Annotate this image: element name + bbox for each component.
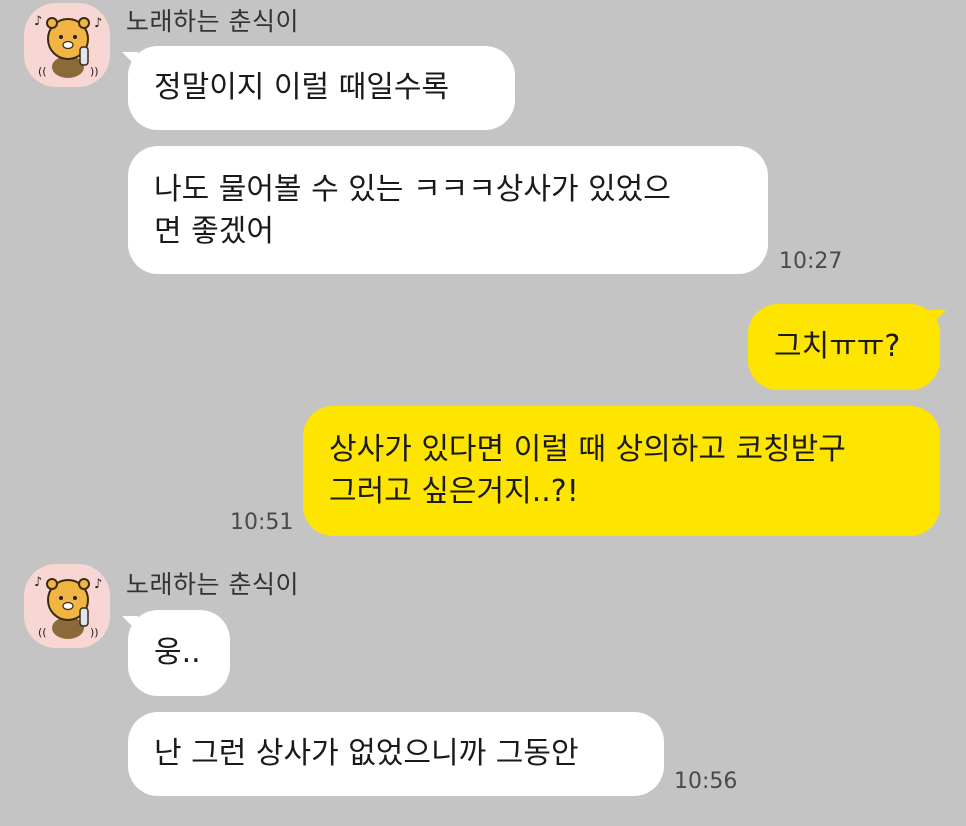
message-text: 난 그런 상사가 없었으니까 그동안 [154, 736, 579, 771]
svg-text:((: (( [38, 626, 47, 639]
svg-text:)): )) [90, 626, 99, 639]
svg-text:((: (( [38, 65, 47, 78]
svg-text:♪: ♪ [94, 577, 102, 592]
message-text: 나도 물어볼 수 있는 ㅋㅋㅋ상사가 있었으 면 좋겠어 [154, 172, 671, 249]
message-timestamp: 10:51 [230, 510, 294, 535]
message-timestamp: 10:27 [779, 249, 843, 274]
message-text: 웅.. [154, 635, 201, 670]
message-bubble-incoming[interactable]: 난 그런 상사가 없었으니까 그동안 [128, 712, 664, 796]
message-bubble-incoming[interactable]: 나도 물어볼 수 있는 ㅋㅋㅋ상사가 있었으 면 좋겠어 [128, 146, 768, 274]
message-bubble-incoming[interactable]: 웅.. [128, 610, 230, 696]
message-text: 그치ㅠㅠ? [774, 329, 901, 364]
sender-name: 노래하는 춘식이 [126, 7, 299, 36]
sender-avatar-icon[interactable]: ♪ ♪ (( )) [24, 3, 110, 87]
message-text: 정말이지 이럴 때일수록 [154, 70, 450, 105]
message-bubble-incoming[interactable]: 정말이지 이럴 때일수록 [128, 46, 515, 130]
message-text: 상사가 있다면 이럴 때 상의하고 코칭받구 그러고 싶은거지..?! [329, 432, 846, 509]
svg-text:)): )) [90, 65, 99, 78]
message-bubble-outgoing[interactable]: 상사가 있다면 이럴 때 상의하고 코칭받구 그러고 싶은거지..?! [303, 406, 940, 536]
svg-text:♪: ♪ [94, 16, 102, 31]
sender-name: 노래하는 춘식이 [126, 570, 299, 599]
sender-avatar-icon[interactable]: ♪ ♪ (( )) [24, 564, 110, 648]
message-bubble-outgoing[interactable]: 그치ㅠㅠ? [748, 304, 940, 390]
message-timestamp: 10:56 [674, 769, 738, 794]
svg-text:♪: ♪ [34, 14, 42, 29]
svg-text:♪: ♪ [34, 575, 42, 590]
